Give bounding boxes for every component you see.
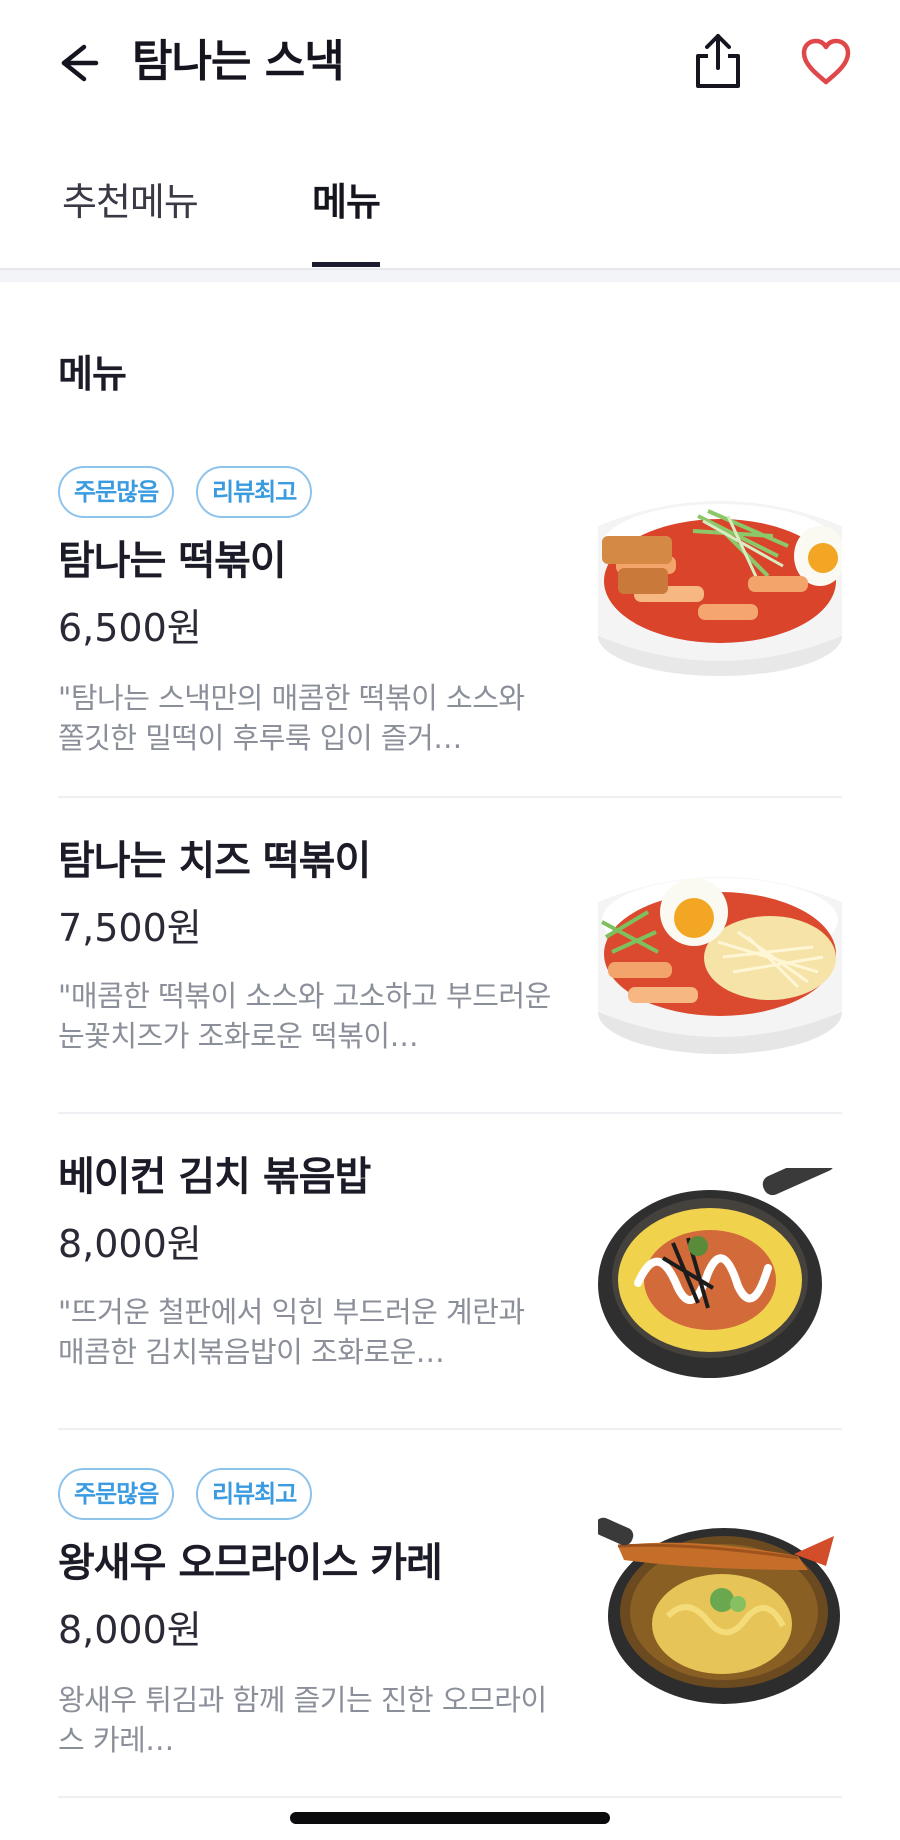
menu-item-description: "매콤한 떡볶이 소스와 고소하고 부드러운 눈꽃치즈가 조화로운 떡볶이… (58, 979, 551, 1053)
tab-bar: 추천메뉴 메뉴 (0, 160, 900, 270)
favorite-button[interactable] (798, 36, 854, 88)
menu-item-bacon-kimchi-fried-rice[interactable]: 베이컨 김치 볶음밥 8,000원 "뜨거운 철판에서 익힌 부드러운 계란과 … (58, 1152, 842, 1402)
menu-item-name: 탐나는 치즈 떡볶이 (58, 838, 371, 884)
menu-item-tteokbokki[interactable]: 주문많음 리뷰최고 탐나는 떡볶이 6,500원 "탐나는 스낵만의 매콤한 떡… (58, 466, 842, 766)
menu-item-shrimp-omurice-curry[interactable]: 주문많음 리뷰최고 왕새우 오므라이스 카레 8,000원 왕새우 튀김과 함께… (58, 1468, 842, 1768)
badge-best-review: 리뷰최고 (196, 466, 313, 518)
badge-popular: 주문많음 (58, 466, 175, 518)
menu-item-name: 베이컨 김치 볶음밥 (58, 1154, 371, 1200)
menu-item-cheese-tteokbokki[interactable]: 탐나는 치즈 떡볶이 7,500원 "매콤한 떡볶이 소스와 고소하고 부드러운… (58, 836, 842, 1086)
menu-item-name: 왕새우 오므라이스 카레 (58, 1540, 443, 1586)
share-icon (696, 34, 740, 88)
kimchi-fried-rice-photo (598, 1168, 835, 1378)
back-button[interactable] (50, 38, 106, 88)
menu-item-price: 8,000원 (58, 1608, 202, 1652)
badge-best-review: 리뷰최고 (196, 1468, 313, 1520)
heart-icon (801, 38, 851, 85)
section-title: 메뉴 (58, 352, 127, 396)
menu-item-description: "탐나는 스낵만의 매콤한 떡볶이 소스와 쫄깃한 밀떡이 후루룩 입이 즐거… (58, 681, 525, 755)
item-divider (58, 1428, 842, 1430)
menu-item-price: 8,000원 (58, 1222, 202, 1266)
menu-item-price: 7,500원 (58, 906, 202, 950)
item-divider (58, 1112, 842, 1114)
top-bar: 탐나는 스낵 (0, 0, 900, 128)
menu-item-name: 탐나는 떡볶이 (58, 538, 287, 584)
item-divider (58, 796, 842, 798)
badge-popular: 주문많음 (58, 1468, 175, 1520)
menu-item-price: 6,500원 (58, 606, 202, 650)
arrow-left-icon (61, 44, 99, 82)
share-button[interactable] (690, 30, 746, 92)
menu-item-description: 왕새우 튀김과 함께 즐기는 진한 오므라이스 카레… (58, 1683, 547, 1757)
tab-menu[interactable]: 메뉴 (312, 178, 381, 226)
store-menu-screen: 탐나는 스낵 추천메뉴 메뉴 메뉴 주문많음 리뷰최고 탐나는 떡볶이 6,50… (0, 0, 900, 1840)
tab-recommended[interactable]: 추천메뉴 (62, 178, 199, 226)
home-indicator[interactable] (290, 1812, 610, 1824)
shrimp-omurice-curry-photo (598, 1517, 840, 1704)
active-tab-indicator (312, 262, 380, 267)
section-divider (0, 270, 900, 282)
menu-item-description: "뜨거운 철판에서 익힌 부드러운 계란과 매콤한 김치볶음밥이 조화로운… (58, 1295, 525, 1369)
item-divider (58, 1796, 842, 1798)
cheese-tteokbokki-photo (598, 877, 842, 1054)
tteokbokki-photo (598, 501, 842, 676)
store-title: 탐나는 스낵 (132, 36, 345, 87)
